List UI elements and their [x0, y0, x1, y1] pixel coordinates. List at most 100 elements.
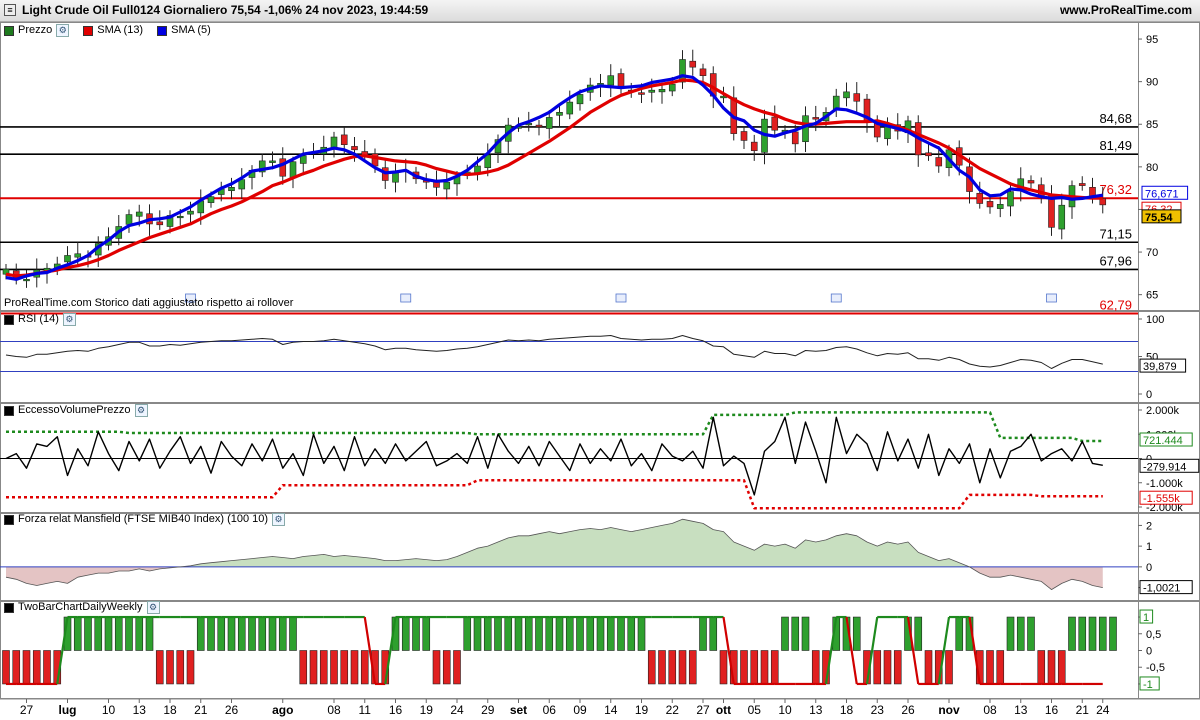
tbc-bar-up	[914, 616, 923, 651]
tbc-bar-up	[637, 616, 646, 651]
tbc-bar-down	[453, 650, 461, 685]
tbc-bar-up	[268, 616, 277, 651]
x-tick-label: 22	[666, 703, 680, 717]
tbc-bar-up	[422, 616, 431, 651]
evp-line	[5, 416, 1103, 496]
rollover-marker-icon	[400, 293, 412, 303]
x-tick-label: 06	[543, 703, 557, 717]
tbc-bar-up	[791, 616, 800, 651]
mansfield-negative-area	[6, 566, 1103, 590]
tbc-bar-down	[319, 650, 328, 685]
tbc-bar-up	[473, 616, 482, 651]
sma13-legend-label: SMA (13)	[97, 24, 144, 36]
price-tick-label: 85	[1146, 119, 1158, 131]
candle-up	[176, 215, 184, 219]
tbc-bar-up	[258, 616, 267, 651]
wrench-icon[interactable]: ⚙	[62, 313, 76, 326]
tbc-bar-up	[248, 616, 256, 651]
candle-up	[1058, 204, 1066, 230]
candle-up	[392, 172, 399, 183]
x-tick-label: 24	[450, 703, 464, 717]
x-tick-label: 26	[225, 703, 239, 717]
candle-down	[976, 192, 984, 204]
tbc-bar-up	[781, 616, 789, 651]
evp-swatch	[4, 405, 14, 416]
candle-down	[351, 146, 358, 151]
tbc-bar-up	[1098, 616, 1107, 651]
tbc-bar-down	[996, 650, 1005, 685]
candle-up	[228, 187, 235, 192]
wrench-icon[interactable]: ⚙	[272, 513, 286, 526]
x-tick-label: 08	[983, 703, 997, 717]
tbc-bar-down	[186, 650, 195, 685]
tbc-bar-down	[155, 650, 164, 685]
chart-canvas[interactable]: 6570758085909584,6881,4976,3271,1567,966…	[0, 22, 1200, 720]
tbc-legend-label: TwoBarChartDailyWeekly	[18, 601, 143, 613]
rsi-panel	[0, 311, 1200, 403]
price-legend-label: Prezzo	[18, 24, 53, 36]
rollover-marker-icon	[615, 293, 627, 303]
sma5-line	[5, 74, 1104, 281]
x-tick-label: set	[510, 703, 527, 717]
wrench-icon[interactable]: ⚙	[56, 24, 70, 37]
price-value-tag: 75,54	[1145, 212, 1173, 224]
tbc-bar-up	[94, 616, 103, 651]
rsi-value-tag: 39,879	[1143, 361, 1177, 373]
price-panel	[0, 22, 1200, 311]
candle-up	[802, 115, 809, 143]
tbc-bar-up	[1006, 616, 1015, 651]
tbc-bar-up	[84, 616, 92, 651]
wrench-icon[interactable]: ⚙	[146, 601, 160, 614]
wrench-icon[interactable]: ⚙	[134, 404, 148, 417]
site-label[interactable]: www.ProRealTime.com	[1060, 3, 1192, 17]
tbc-bar-up	[237, 616, 246, 651]
window-menu-icon[interactable]: ≡	[4, 4, 16, 16]
tbc-bar-down	[658, 650, 666, 685]
tbc-bar-down	[2, 650, 10, 685]
x-tick-label: 16	[389, 703, 403, 717]
tbc-bar-up	[217, 616, 226, 651]
evp-value-tag: -279.914	[1143, 461, 1186, 473]
rsi-legend: RSI (14) ⚙	[4, 312, 76, 327]
evp-legend: EccessoVolumePrezzo ⚙	[4, 403, 148, 418]
x-tick-label: 11	[359, 703, 372, 717]
tbc-bar-up	[1078, 616, 1087, 651]
tbc-legend: TwoBarChartDailyWeekly ⚙	[4, 600, 160, 615]
tbc-bar-down	[12, 650, 21, 685]
tbc-bar-up	[627, 616, 636, 651]
x-tick-label: 18	[840, 703, 854, 717]
tbc-bar-down	[770, 650, 779, 685]
tbc-bar-down	[740, 650, 748, 685]
tbc-bar-up	[145, 616, 154, 651]
tbc-bar-up	[545, 616, 554, 651]
tbc-bar-up	[852, 616, 861, 651]
x-tick-label: 10	[778, 703, 792, 717]
rsi-swatch	[4, 314, 14, 325]
candle-up	[658, 89, 666, 93]
tbc-bar-up	[504, 616, 513, 651]
tbc-bar-down	[166, 650, 174, 685]
tbc-bar-down	[442, 650, 451, 685]
candle-down	[935, 157, 943, 167]
candle-up	[125, 214, 133, 225]
candle-up	[187, 210, 194, 215]
x-tick-label: 27	[696, 703, 710, 717]
tbc-bar-down	[22, 650, 31, 685]
candle-down	[853, 93, 861, 102]
x-tick-label: 29	[481, 703, 495, 717]
evp-lower-tag: -1.555k	[1143, 493, 1180, 505]
tbc-bar-up	[606, 616, 615, 651]
tbc-upper-tag: 1	[1143, 612, 1149, 624]
evp-tick-label: 2.000k	[1146, 405, 1180, 417]
candle-down	[986, 201, 994, 208]
candle-up	[23, 279, 30, 282]
tbc-bar-down	[1047, 650, 1056, 685]
tbc-bar-down	[873, 650, 882, 685]
chart-title: Light Crude Oil Full0124 Giornaliero 75,…	[22, 3, 429, 17]
tbc-tick-label: -0,5	[1146, 662, 1165, 674]
candle-down	[279, 158, 287, 177]
tbc-bar-up	[125, 616, 133, 651]
candle-down	[925, 152, 932, 157]
tbc-bar-down	[432, 650, 441, 685]
rsi-tick-label: 0	[1146, 389, 1152, 401]
